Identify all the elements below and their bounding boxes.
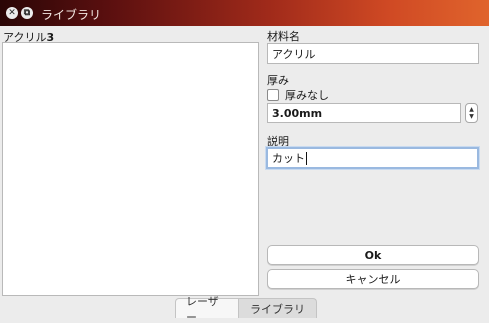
- thickness-stepper[interactable]: ▲ ▼: [465, 103, 478, 123]
- text-caret: [306, 151, 307, 165]
- close-icon[interactable]: ✕: [6, 7, 18, 19]
- cancel-button[interactable]: キャンセル: [267, 269, 479, 289]
- ok-button[interactable]: Ok: [267, 245, 479, 265]
- chevron-down-icon[interactable]: ▼: [469, 113, 474, 120]
- no-thickness-label: 厚みなし: [285, 89, 329, 102]
- thickness-input[interactable]: 3.00mm: [267, 103, 461, 123]
- library-dialog: ✕ ⧉ ライブラリ アクリル3 材料名 アクリル 厚み 厚みなし 3.00mm …: [0, 0, 489, 323]
- description-text: カット: [272, 152, 305, 165]
- material-name-label: 材料名: [267, 30, 300, 43]
- description-input[interactable]: カット: [266, 147, 479, 169]
- dialog-content: アクリル3 材料名 アクリル 厚み 厚みなし 3.00mm ▲ ▼ 説明 カット…: [0, 26, 489, 323]
- tab-library[interactable]: ライブラリ: [239, 298, 317, 318]
- restore-icon[interactable]: ⧉: [21, 7, 33, 19]
- window-title: ライブラリ: [41, 8, 102, 22]
- no-thickness-checkbox[interactable]: [267, 89, 279, 101]
- chevron-up-icon[interactable]: ▲: [469, 106, 474, 113]
- title-bar[interactable]: ✕ ⧉ ライブラリ: [0, 0, 489, 26]
- tab-laser[interactable]: レーザー: [175, 295, 239, 323]
- material-name-input[interactable]: アクリル: [267, 43, 479, 64]
- tab-bar: レーザー ライブラリ: [175, 295, 317, 323]
- thickness-label: 厚み: [267, 74, 289, 87]
- no-thickness-option[interactable]: 厚みなし: [267, 87, 329, 103]
- material-list[interactable]: [2, 42, 259, 296]
